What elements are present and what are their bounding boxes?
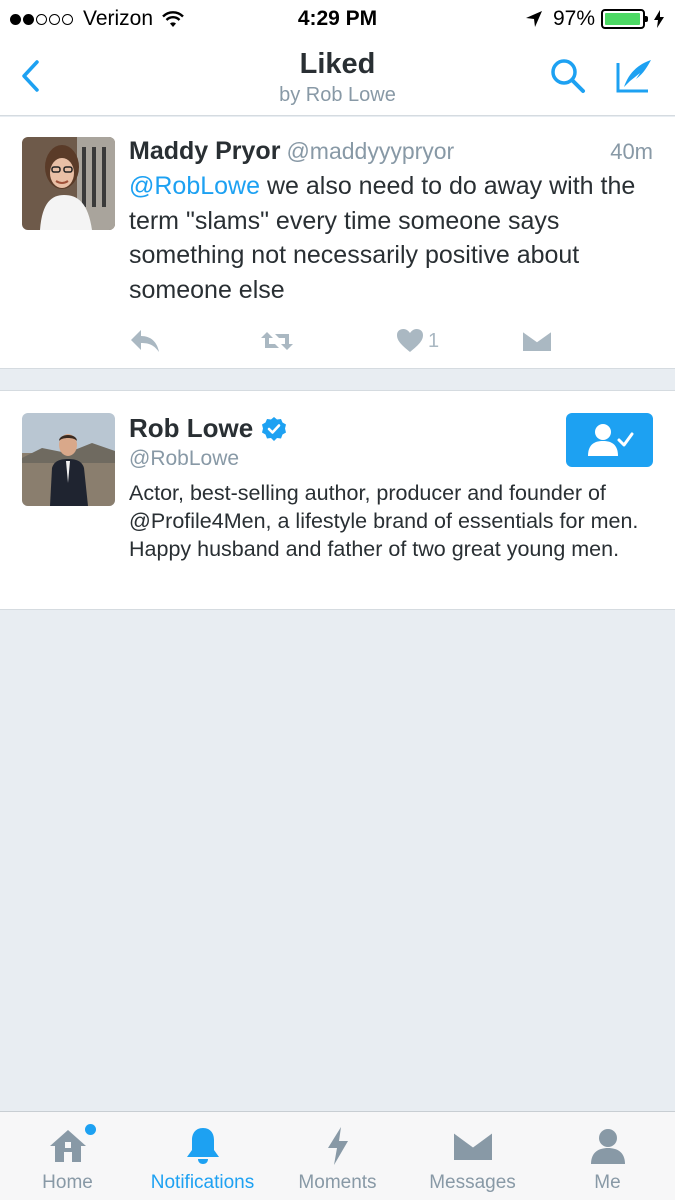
rob-lowe-avatar-image [22, 413, 115, 506]
maddy-avatar-image [22, 137, 115, 230]
liked-tweet[interactable]: Maddy Pryor @maddyyypryor 40m @RobLowe we… [0, 117, 675, 369]
user-name: Rob Lowe [129, 413, 254, 443]
tab-home[interactable]: Home [0, 1112, 135, 1200]
tab-moments-label: Moments [298, 1172, 377, 1193]
direct-message-button[interactable] [522, 323, 552, 359]
user-card[interactable]: Rob Lowe @RobLowe Actor, best-selling au… [0, 390, 675, 610]
compose-tweet-button[interactable] [612, 54, 656, 98]
bell-icon [186, 1128, 219, 1164]
envelope-icon [522, 330, 552, 351]
author-name: Maddy Pryor [129, 137, 281, 165]
search-icon [551, 59, 585, 93]
tweet-actions: 1 [129, 323, 569, 359]
like-button[interactable]: 1 [396, 323, 439, 359]
following-button[interactable] [566, 413, 653, 467]
tweet-text: @RobLowe we also need to do away with th… [129, 169, 659, 307]
person-icon [590, 1129, 625, 1164]
charging-bolt-icon [654, 10, 664, 28]
tweet-author[interactable]: Maddy Pryor @maddyyypryor [129, 137, 454, 166]
tab-messages-label: Messages [429, 1172, 516, 1193]
battery-icon [601, 9, 648, 29]
tab-me-icon-wrap [589, 1126, 627, 1166]
tab-notifications-icon-wrap [185, 1126, 221, 1166]
avatar[interactable] [22, 137, 115, 230]
reply-icon [131, 330, 159, 352]
navigation-bar: Liked by Rob Lowe [0, 38, 675, 116]
battery-percent: 97% [552, 7, 595, 30]
reply-button[interactable] [129, 323, 161, 359]
home-icon [49, 1130, 86, 1162]
tab-bar: Home Notifications Moments Messages Me [0, 1111, 675, 1200]
mention-link[interactable]: @RobLowe [129, 172, 260, 200]
location-arrow-icon [525, 11, 542, 27]
compose-tweet-icon [616, 60, 651, 93]
heart-icon [397, 329, 423, 352]
tab-notifications[interactable]: Notifications [135, 1112, 270, 1200]
avatar[interactable] [22, 413, 115, 506]
tab-me[interactable]: Me [540, 1112, 675, 1200]
user-bio: Actor, best-selling author, producer and… [129, 481, 639, 561]
notification-dot [84, 1124, 96, 1135]
retweet-icon [261, 332, 293, 350]
search-button[interactable] [546, 54, 590, 98]
like-count: 1 [428, 329, 440, 352]
verified-badge-icon [262, 416, 287, 441]
lightning-icon [327, 1127, 348, 1165]
tab-notifications-label: Notifications [150, 1172, 255, 1193]
status-bar: Verizon 4:29 PM 97% [0, 0, 675, 38]
tab-home-icon-wrap [48, 1124, 96, 1166]
envelope-icon [452, 1130, 493, 1160]
retweet-button[interactable] [259, 323, 295, 359]
tab-moments[interactable]: Moments [270, 1112, 405, 1200]
tab-me-label: Me [594, 1172, 621, 1193]
tab-messages-icon-wrap [452, 1126, 493, 1166]
following-person-check-icon [587, 424, 633, 456]
tweet-timestamp: 40m [610, 139, 653, 164]
user-name-row[interactable]: Rob Lowe [129, 413, 287, 444]
author-handle: @maddyyypryor [286, 138, 455, 164]
tab-moments-icon-wrap [325, 1126, 351, 1166]
tab-messages[interactable]: Messages [405, 1112, 540, 1200]
tab-home-label: Home [42, 1172, 93, 1193]
battery-status: 97% [525, 7, 665, 31]
user-handle: @RobLowe [129, 447, 240, 470]
